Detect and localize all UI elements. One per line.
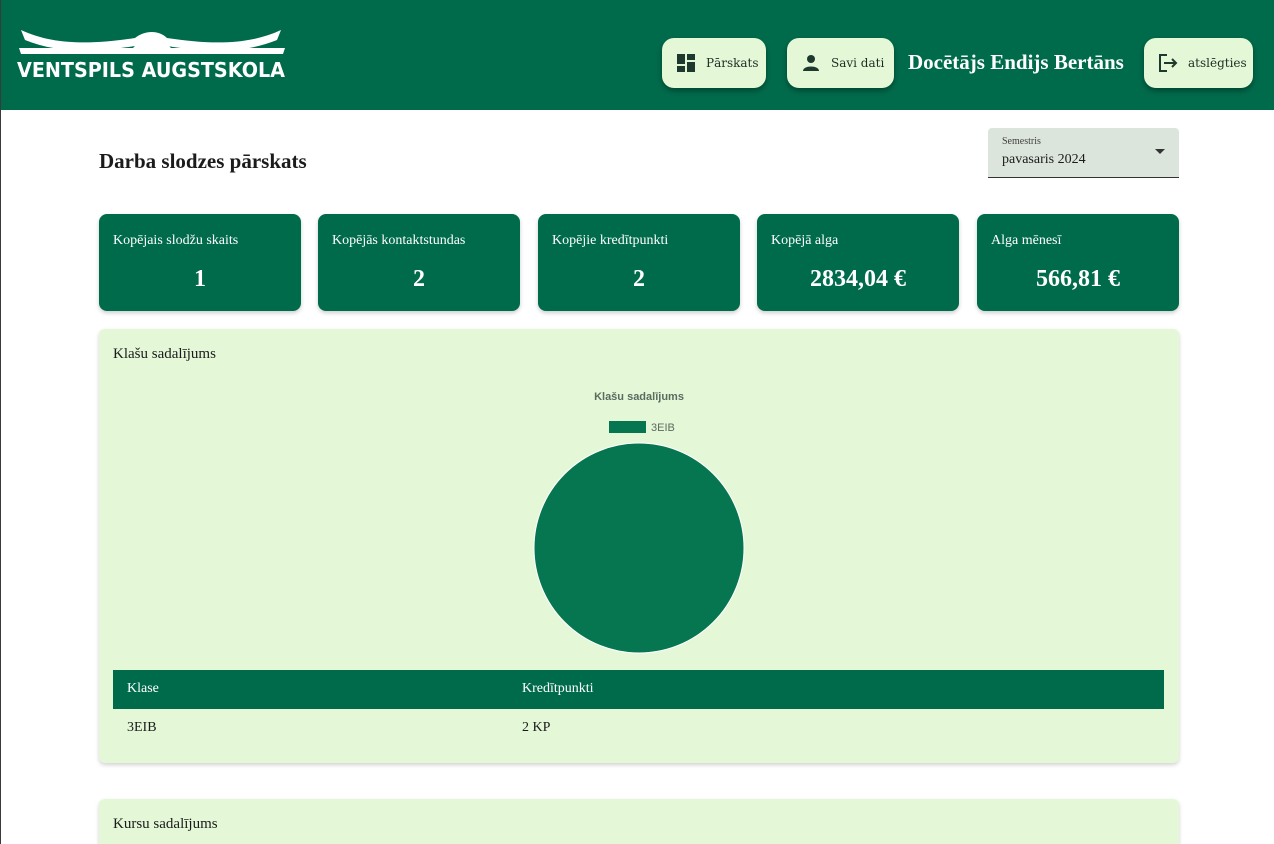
user-name: Docētājs Endijs Bertāns xyxy=(908,50,1124,74)
pie-slices xyxy=(533,442,745,654)
class-breakdown-title: Klašu sadalījums xyxy=(113,346,216,362)
stat-card-total-loads: Kopējais slodžu skaits 1 xyxy=(99,214,301,311)
stat-card-monthly-salary: Alga mēnesī 566,81 € xyxy=(977,214,1179,311)
chart-legend[interactable]: 3EIB xyxy=(609,421,675,434)
stat-title: Kopējās kontaktstundas xyxy=(332,233,466,248)
pie-slice-3eib[interactable] xyxy=(533,442,745,654)
semester-select[interactable]: Semestris pavasaris 2024 xyxy=(988,128,1179,178)
stat-card-credit-points: Kopējie kredītpunkti 2 xyxy=(538,214,740,311)
top-bar: VENTSPILS AUGSTSKOLA Pārskats Savi dati … xyxy=(1,0,1274,110)
table-row: 3EIB 2 KP xyxy=(113,709,1164,749)
stat-value: 566,81 € xyxy=(1036,266,1120,292)
course-breakdown-panel: Kursu sadalījums xyxy=(99,799,1179,844)
column-header-class: Klase xyxy=(127,681,159,696)
semester-select-label: Semestris xyxy=(1002,136,1041,147)
chart-title: Klašu sadalījums xyxy=(594,391,684,403)
table-header: Klase Kredītpunkti xyxy=(113,670,1164,709)
course-breakdown-title: Kursu sadalījums xyxy=(113,816,218,832)
overview-button-label: Pārskats xyxy=(706,56,759,70)
stat-value: 2 xyxy=(413,266,425,292)
person-icon xyxy=(801,53,821,73)
legend-swatch[interactable] xyxy=(609,421,646,433)
logout-icon xyxy=(1158,53,1178,73)
dropdown-arrow-icon xyxy=(1155,149,1165,154)
stat-value: 1 xyxy=(194,266,206,292)
cell-class: 3EIB xyxy=(127,720,157,735)
profile-button[interactable]: Savi dati xyxy=(787,38,894,88)
stat-card-total-salary: Kopējā alga 2834,04 € xyxy=(757,214,959,311)
stat-value: 2834,04 € xyxy=(810,266,906,292)
profile-button-label: Savi dati xyxy=(831,56,885,70)
logout-button[interactable]: atslēgties xyxy=(1144,38,1253,88)
stat-title: Kopējie kredītpunkti xyxy=(552,233,669,248)
stat-title: Kopējais slodžu skaits xyxy=(113,233,239,248)
semester-select-value: pavasaris 2024 xyxy=(1002,152,1086,167)
stat-title: Alga mēnesī xyxy=(991,233,1062,248)
class-table: Klase Kredītpunkti 3EIB 2 KP xyxy=(113,670,1164,749)
ventspils-augstskola-logo[interactable]: VENTSPILS AUGSTSKOLA xyxy=(15,24,289,82)
logo-text: VENTSPILS AUGSTSKOLA xyxy=(17,58,285,82)
overview-button[interactable]: Pārskats xyxy=(662,38,766,88)
page-title: Darba slodzes pārskats xyxy=(99,149,307,173)
cell-credits: 2 KP xyxy=(522,720,551,735)
logout-button-label: atslēgties xyxy=(1188,56,1247,70)
stat-card-contact-hours: Kopējās kontaktstundas 2 xyxy=(318,214,520,311)
dashboard-icon xyxy=(676,53,696,73)
stat-title: Kopējā alga xyxy=(771,233,839,248)
class-breakdown-panel: Klašu sadalījums Klašu sadalījums 3EIB K… xyxy=(99,329,1179,763)
legend-label[interactable]: 3EIB xyxy=(651,422,675,434)
column-header-credits: Kredītpunkti xyxy=(522,681,594,696)
stat-value: 2 xyxy=(633,266,645,292)
class-pie-chart: Klašu sadalījums 3EIB xyxy=(533,391,745,654)
